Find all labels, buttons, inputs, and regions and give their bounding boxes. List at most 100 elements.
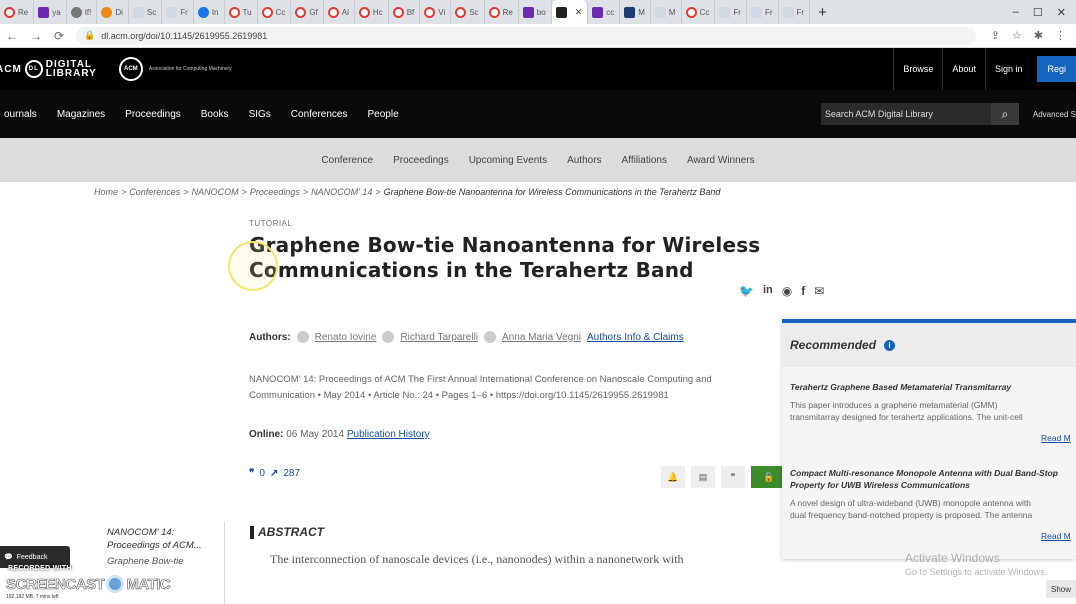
- citation-count[interactable]: 0: [259, 468, 265, 479]
- acm-association-logo[interactable]: ACM Association for Computing Machinery: [118, 57, 239, 81]
- browser-tab[interactable]: In: [194, 0, 225, 24]
- author-link[interactable]: Renato Iovine: [315, 332, 377, 343]
- browser-tab[interactable]: Sc: [129, 0, 163, 24]
- recommended-header: Recommended i: [782, 323, 1076, 367]
- reddit-icon[interactable]: ◉: [782, 284, 792, 298]
- activate-subtitle: Go to Settings to activate Windows.: [905, 567, 1048, 577]
- email-icon[interactable]: ✉: [814, 284, 824, 298]
- nav-journals[interactable]: ournals: [0, 109, 47, 120]
- browser-tab[interactable]: Re: [485, 0, 519, 24]
- browser-tab[interactable]: Fr: [779, 0, 811, 24]
- browser-tab[interactable]: Cc: [258, 0, 292, 24]
- author-link[interactable]: Anna Maria Vegni: [502, 332, 581, 343]
- read-more-link[interactable]: Read M: [1041, 531, 1071, 541]
- twitter-icon[interactable]: 🐦: [739, 284, 754, 298]
- url-field[interactable]: 🔒 dl.acm.org/doi/10.1145/2619955.2619981: [76, 26, 977, 45]
- nav-books[interactable]: Books: [191, 109, 239, 120]
- search-icon[interactable]: ⌕: [990, 103, 1019, 125]
- extensions-icon[interactable]: ✱: [1034, 29, 1043, 42]
- recommended-item-title-line2[interactable]: Property for UWB Wireless Communications: [790, 479, 1076, 491]
- tab-label: Cc: [699, 7, 710, 17]
- search-input[interactable]: Search ACM Digital Library ⌕: [820, 103, 1019, 125]
- alert-bell-icon[interactable]: 🔔: [661, 466, 685, 488]
- browser-tab[interactable]: M: [620, 0, 651, 24]
- reload-icon[interactable]: ⟳: [48, 29, 70, 43]
- recommended-item[interactable]: Compact Multi-resonance Monopole Antenna…: [790, 467, 1076, 541]
- star-icon[interactable]: ☆: [1012, 29, 1022, 42]
- logo-text: DIGITAL LIBRARY: [46, 60, 97, 79]
- tab-label: ya: [52, 7, 61, 17]
- browser-tab[interactable]: If!: [67, 0, 98, 24]
- subnav-upcoming-events[interactable]: Upcoming Events: [459, 155, 557, 166]
- cite-quote-icon[interactable]: ❞: [721, 466, 745, 488]
- browser-tab[interactable]: Di: [97, 0, 129, 24]
- address-bar-actions: ⇪ ☆ ✱ ⋮: [991, 29, 1076, 42]
- browser-tab[interactable]: Al: [324, 0, 355, 24]
- new-tab-button[interactable]: +: [810, 4, 835, 21]
- nav-proceedings[interactable]: Proceedings: [115, 109, 191, 120]
- info-icon[interactable]: i: [884, 339, 896, 351]
- breadcrumb-nanocom-14[interactable]: NANOCOM' 14: [311, 187, 372, 197]
- facebook-icon[interactable]: f: [801, 284, 805, 298]
- show-button[interactable]: Show: [1046, 580, 1076, 598]
- sidebar-proceedings-title[interactable]: NANOCOM' 14: Proceedings of ACM...: [107, 526, 224, 552]
- nav-magazines[interactable]: Magazines: [47, 109, 115, 120]
- back-icon[interactable]: ←: [0, 29, 24, 43]
- browser-tab[interactable]: Fr: [162, 0, 194, 24]
- breadcrumb-nanocom[interactable]: NANOCOM: [192, 187, 239, 197]
- nav-people[interactable]: People: [358, 109, 409, 120]
- browse-link[interactable]: Browse: [893, 48, 942, 90]
- recommended-item-title[interactable]: Terahertz Graphene Based Metamaterial Tr…: [790, 381, 1076, 393]
- browser-tab[interactable]: Re: [0, 0, 35, 24]
- browser-tab[interactable]: Sc: [451, 0, 485, 24]
- linkedin-icon[interactable]: in: [763, 284, 773, 298]
- sign-in-link[interactable]: Sign in: [984, 48, 1032, 90]
- register-button[interactable]: Regi: [1037, 56, 1076, 82]
- recommended-item[interactable]: Terahertz Graphene Based Metamaterial Tr…: [790, 381, 1076, 443]
- close-window-icon[interactable]: ✕: [1057, 6, 1066, 19]
- browser-tab[interactable]: ✕: [551, 0, 589, 24]
- nav-conferences[interactable]: Conferences: [281, 109, 358, 120]
- subnav-proceedings[interactable]: Proceedings: [383, 155, 459, 166]
- menu-icon[interactable]: ⋮: [1055, 29, 1066, 42]
- maximize-icon[interactable]: ☐: [1033, 6, 1043, 19]
- browser-tab[interactable]: Cc: [682, 0, 716, 24]
- browser-tab[interactable]: cc: [588, 0, 621, 24]
- download-count[interactable]: 287: [283, 468, 300, 479]
- breadcrumb-conferences[interactable]: Conferences: [129, 187, 180, 197]
- digital-library-logo[interactable]: ACM DL DIGITAL LIBRARY: [0, 60, 97, 79]
- browser-tab[interactable]: ya: [34, 0, 67, 24]
- browser-tab[interactable]: Vi: [420, 0, 452, 24]
- tab-close-icon[interactable]: ✕: [575, 7, 583, 18]
- breadcrumb-proceedings[interactable]: Proceedings: [250, 187, 300, 197]
- subnav-award-winners[interactable]: Award Winners: [677, 155, 765, 166]
- publication-history-link[interactable]: Publication History: [347, 429, 430, 440]
- authors-info-claims-link[interactable]: Authors Info & Claims: [587, 332, 684, 343]
- main-nav: ournals Magazines Proceedings Books SIGs…: [0, 90, 1076, 138]
- advanced-search-link[interactable]: Advanced S: [1019, 110, 1076, 119]
- browser-tab[interactable]: Hc: [355, 0, 389, 24]
- recommended-item-title[interactable]: Compact Multi-resonance Monopole Antenna…: [790, 467, 1076, 479]
- browser-tab[interactable]: M: [651, 0, 682, 24]
- tab-label: Gf: [309, 7, 318, 17]
- folder-icon[interactable]: ▤: [691, 466, 715, 488]
- breadcrumb-home[interactable]: Home: [94, 187, 118, 197]
- forward-icon[interactable]: →: [24, 29, 48, 43]
- nav-sigs[interactable]: SIGs: [239, 109, 281, 120]
- read-more-link[interactable]: Read M: [1041, 433, 1071, 443]
- subnav-conference[interactable]: Conference: [311, 155, 383, 166]
- share-icon[interactable]: ⇪: [991, 29, 1000, 42]
- author-link[interactable]: Richard Tarparelli: [400, 332, 478, 343]
- browser-tab[interactable]: Fr: [715, 0, 747, 24]
- browser-tab[interactable]: bo: [519, 0, 552, 24]
- subnav-authors[interactable]: Authors: [557, 155, 611, 166]
- browser-tab[interactable]: Tu: [225, 0, 258, 24]
- light-icon: [719, 6, 731, 18]
- browser-tab[interactable]: Gf: [291, 0, 324, 24]
- browser-tab[interactable]: Fr: [747, 0, 779, 24]
- minimize-icon[interactable]: –: [1013, 6, 1019, 19]
- about-link[interactable]: About: [942, 48, 985, 90]
- subnav-affiliations[interactable]: Affiliations: [612, 155, 677, 166]
- browser-tab[interactable]: Bf: [389, 0, 421, 24]
- authors-label: Authors:: [249, 331, 291, 343]
